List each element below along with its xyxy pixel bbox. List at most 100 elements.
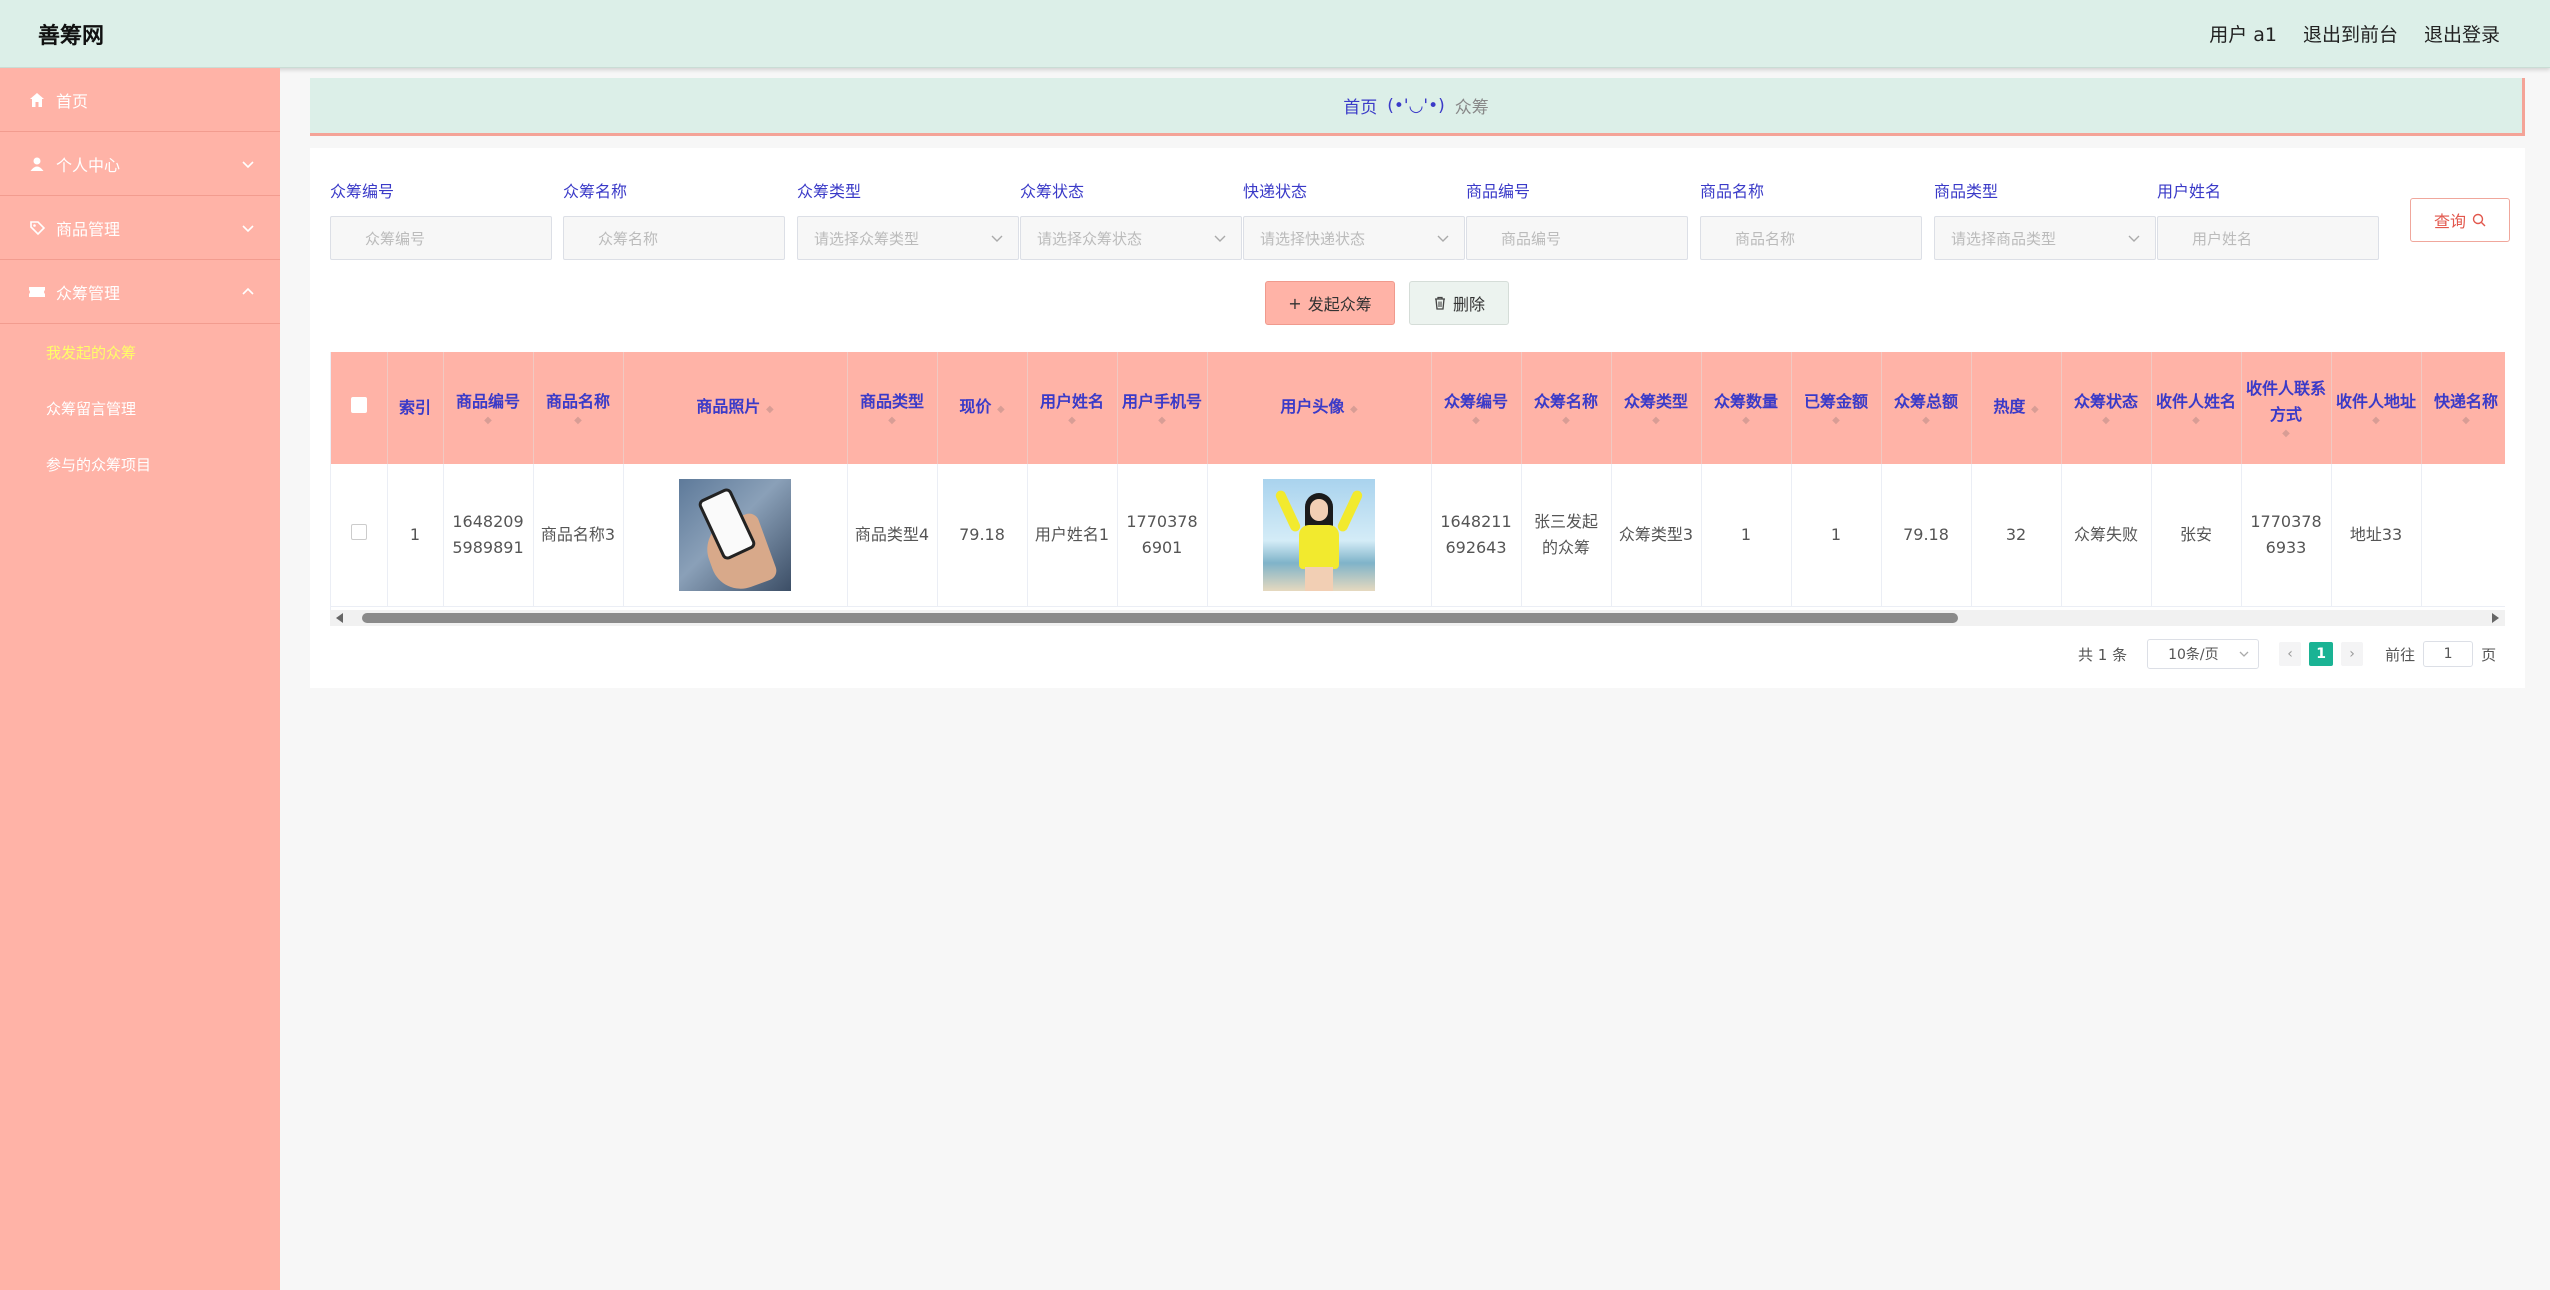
next-page-button[interactable]: › [2341, 642, 2364, 666]
cell-courier [2421, 464, 2505, 607]
crowd-status-select[interactable]: 请选择众筹状态 [1020, 216, 1242, 260]
col-header[interactable]: 众筹名称 ◆ [1521, 352, 1612, 464]
col-label: 众筹编号 [1443, 392, 1508, 411]
col-header[interactable]: 用户头像 ◆ [1207, 352, 1432, 464]
table-row[interactable]: 1 16482095989891 商品名称3 商品类型4 79.18 用户姓名1… [331, 464, 2505, 607]
cell-crowd-no: 1648211692643 [1431, 464, 1522, 607]
cell-product-type: 商品类型4 [847, 464, 938, 607]
col-label: 用户手机号 [1121, 392, 1202, 411]
sort-icon[interactable]: ◆ [2031, 404, 2039, 415]
goto-page-input[interactable]: 1 [2423, 641, 2474, 667]
sort-icon[interactable]: ◆ [1886, 415, 1967, 427]
sort-icon[interactable]: ◆ [1706, 415, 1787, 427]
sort-icon[interactable]: ◆ [1526, 415, 1607, 427]
sort-icon[interactable]: ◆ [448, 415, 529, 427]
col-label: 众筹状态 [2073, 392, 2138, 411]
user-avatar-image[interactable] [1263, 478, 1375, 591]
page-size-select[interactable]: 10条/页 [2147, 639, 2260, 669]
col-header[interactable]: 众筹编号 ◆ [1431, 352, 1522, 464]
product-photo-image[interactable] [679, 478, 791, 591]
page-number-current[interactable]: 1 [2309, 642, 2334, 666]
user-name-input[interactable]: 用户姓名 [2157, 216, 2379, 260]
crowd-no-input[interactable]: 众筹编号 [330, 216, 552, 260]
sidebar-subitem-my-crowdfunding[interactable]: 我发起的众筹 [0, 324, 280, 380]
col-header[interactable]: 收件人姓名 ◆ [2151, 352, 2242, 464]
col-header[interactable]: 商品类型 ◆ [847, 352, 938, 464]
product-name-input[interactable]: 商品名称 [1700, 216, 1922, 260]
col-header[interactable]: 众筹类型 ◆ [1611, 352, 1702, 464]
sort-icon[interactable]: ◆ [2246, 428, 2327, 440]
sort-icon[interactable]: ◆ [852, 415, 933, 427]
back-to-front-link[interactable]: 退出到前台 [2303, 20, 2398, 47]
col-header[interactable]: 商品编号 ◆ [443, 352, 534, 464]
row-checkbox[interactable] [350, 523, 367, 540]
col-header[interactable]: 用户姓名 ◆ [1027, 352, 1118, 464]
user-link[interactable]: 用户 a1 [2209, 20, 2277, 47]
sort-icon[interactable]: ◆ [766, 404, 774, 415]
sort-icon[interactable]: ◆ [1122, 415, 1203, 427]
filter-label: 众筹类型 [797, 182, 862, 201]
sort-icon[interactable]: ◆ [2156, 415, 2237, 427]
sidebar-item-crowdfunding[interactable]: 众筹管理 [0, 260, 280, 324]
sidebar-item-label: 首页 [56, 91, 89, 111]
express-status-select[interactable]: 请选择快递状态 [1243, 216, 1465, 260]
sort-icon[interactable]: ◆ [1616, 415, 1697, 427]
sort-icon[interactable]: ◆ [1436, 415, 1517, 427]
sort-icon[interactable]: ◆ [2066, 415, 2147, 427]
col-header[interactable]: 索引 [387, 352, 444, 464]
add-label: 发起众筹 [1307, 295, 1372, 314]
sort-icon[interactable]: ◆ [2336, 415, 2417, 427]
chevron-left-icon: ‹ [2287, 646, 2293, 662]
filter-bar: 众筹编号 众筹编号 众筹名称 众筹名称 众筹类型 请选择众筹类型 众筹状态 请选… [330, 178, 2510, 278]
pagination: 共 1 条 10条/页 ‹ 1 › 前往 1 页 [2078, 638, 2496, 670]
sidebar-item-personal[interactable]: 个人中心 [0, 132, 280, 196]
delete-button[interactable]: 删除 [1409, 281, 1509, 325]
col-header[interactable]: 收件人联系方式 ◆ [2241, 352, 2332, 464]
product-no-input[interactable]: 商品编号 [1466, 216, 1688, 260]
col-header[interactable]: 收件人地址 ◆ [2331, 352, 2422, 464]
product-type-select[interactable]: 请选择商品类型 [1934, 216, 2156, 260]
sort-icon[interactable]: ◆ [1350, 404, 1358, 415]
row-select-cell[interactable] [331, 464, 388, 607]
scroll-thumb[interactable] [362, 613, 1958, 623]
brand-logo[interactable]: 善筹网 [38, 18, 104, 50]
main-panel: 众筹编号 众筹编号 众筹名称 众筹名称 众筹类型 请选择众筹类型 众筹状态 请选… [310, 148, 2525, 688]
col-label: 商品类型 [859, 392, 924, 411]
col-label: 商品名称 [545, 392, 610, 411]
select-all-cell[interactable] [331, 352, 388, 464]
col-header[interactable]: 商品照片 ◆ [623, 352, 848, 464]
logout-link[interactable]: 退出登录 [2424, 20, 2500, 47]
col-header[interactable]: 快递名称 ◆ [2421, 352, 2505, 464]
col-header[interactable]: 众筹数量 ◆ [1701, 352, 1792, 464]
select-placeholder: 请选择众筹类型 [814, 229, 920, 248]
sort-icon[interactable]: ◆ [538, 415, 619, 427]
cell-crowd-qty: 1 [1701, 464, 1792, 607]
breadcrumb-home[interactable]: 首页 [1343, 93, 1377, 118]
scroll-left-icon[interactable] [336, 613, 343, 623]
sort-icon[interactable]: ◆ [2426, 415, 2506, 427]
col-header[interactable]: 众筹状态 ◆ [2061, 352, 2152, 464]
sidebar-subitem-joined[interactable]: 参与的众筹项目 [0, 436, 280, 492]
prev-page-button[interactable]: ‹ [2279, 642, 2302, 666]
scroll-right-icon[interactable] [2492, 613, 2499, 623]
horizontal-scrollbar[interactable] [330, 610, 2505, 626]
col-header[interactable]: 商品名称 ◆ [533, 352, 624, 464]
col-header[interactable]: 众筹总额 ◆ [1881, 352, 1972, 464]
col-header[interactable]: 用户手机号 ◆ [1117, 352, 1208, 464]
sidebar-item-products[interactable]: 商品管理 [0, 196, 280, 260]
crowd-type-select[interactable]: 请选择众筹类型 [797, 216, 1019, 260]
sidebar-subitem-messages[interactable]: 众筹留言管理 [0, 380, 280, 436]
query-button[interactable]: 查询 [2410, 198, 2510, 242]
add-crowdfunding-button[interactable]: + 发起众筹 [1265, 281, 1395, 325]
sort-icon[interactable]: ◆ [1032, 415, 1113, 427]
sort-icon[interactable]: ◆ [1796, 415, 1877, 427]
col-header[interactable]: 现价 ◆ [937, 352, 1028, 464]
page-suffix: 页 [2481, 645, 2497, 664]
select-all-checkbox[interactable] [350, 397, 367, 413]
col-label: 众筹数量 [1713, 392, 1778, 411]
sort-icon[interactable]: ◆ [997, 404, 1005, 415]
crowd-name-input[interactable]: 众筹名称 [563, 216, 785, 260]
col-header[interactable]: 已筹金额 ◆ [1791, 352, 1882, 464]
sidebar-item-home[interactable]: 首页 [0, 68, 280, 132]
col-header[interactable]: 热度 ◆ [1971, 352, 2062, 464]
